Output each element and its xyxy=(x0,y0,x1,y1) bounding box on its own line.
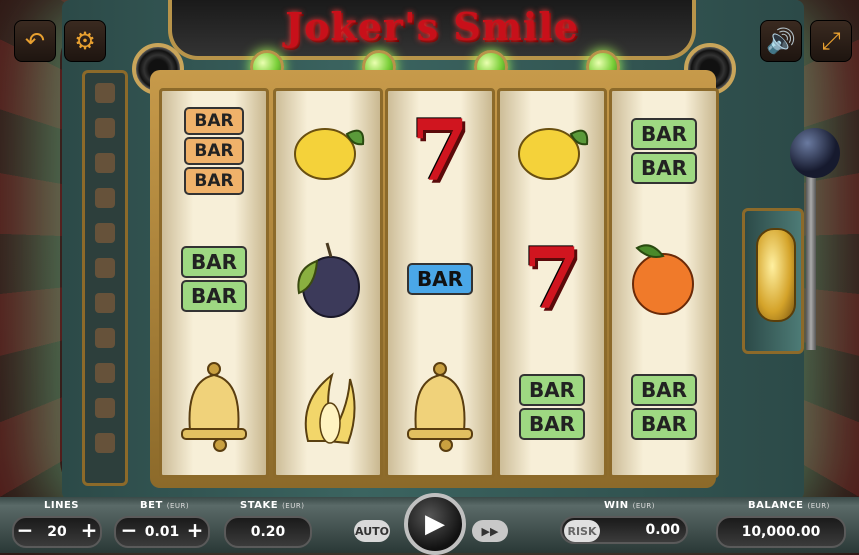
banana-symbol xyxy=(276,347,380,467)
coin-slot-icon xyxy=(756,228,796,322)
risk-button[interactable]: RISK xyxy=(564,520,600,542)
title-marquee: Joker's Smile xyxy=(168,0,696,60)
lines-label: LINES xyxy=(44,500,79,511)
bell-symbol xyxy=(388,347,492,467)
play-icon: ▶ xyxy=(425,509,445,539)
lines-minus-button[interactable]: − xyxy=(14,518,36,542)
game-title: Joker's Smile xyxy=(285,4,579,49)
balance-value: 10,000.00 xyxy=(716,516,846,548)
bar-triple-symbol: BAR BAR BAR xyxy=(162,91,266,211)
lines-plus-button[interactable]: + xyxy=(78,518,100,542)
bar-double-symbol: BAR BAR xyxy=(500,347,604,467)
spin-button[interactable]: ▶ xyxy=(404,493,466,555)
orange-symbol xyxy=(612,219,716,339)
bet-minus-button[interactable]: − xyxy=(118,518,140,542)
stake-label: STAKE (EUR) xyxy=(240,500,305,511)
bar-single-symbol: BAR xyxy=(388,219,492,339)
bar-double-symbol: BAR BAR xyxy=(162,219,266,339)
bet-label: BET (EUR) xyxy=(140,500,190,511)
reel-1: BAR BAR BAR BAR BAR xyxy=(159,88,269,478)
reel-5: BAR BAR BAR BAR xyxy=(609,88,719,478)
balance-label: BALANCE (EUR) xyxy=(748,500,830,511)
lemon-symbol xyxy=(500,91,604,211)
turbo-button[interactable]: ▶▶ xyxy=(472,520,508,542)
settings-button[interactable]: ⚙ xyxy=(64,20,106,62)
lever-arm[interactable] xyxy=(806,170,816,350)
plum-symbol xyxy=(276,219,380,339)
seven-symbol: 7 xyxy=(522,229,582,328)
auto-button[interactable]: AUTO xyxy=(354,520,390,542)
fast-forward-icon: ▶▶ xyxy=(481,524,499,538)
back-arrow-icon: ↶ xyxy=(24,27,46,55)
bar-double-symbol: BAR BAR xyxy=(612,91,716,211)
sound-button[interactable]: 🔊 xyxy=(760,20,802,62)
settings-gear-icon: ⚙ xyxy=(74,27,96,55)
stake-value: 0.20 xyxy=(224,516,312,548)
lemon-symbol xyxy=(276,91,380,211)
lever-knob[interactable] xyxy=(790,128,840,178)
fullscreen-icon: ⤢ xyxy=(821,27,841,55)
reel-4: 7 BAR BAR xyxy=(497,88,607,478)
back-button[interactable]: ↶ xyxy=(14,20,56,62)
bell-symbol xyxy=(162,347,266,467)
fullscreen-button[interactable]: ⤢ xyxy=(810,20,852,62)
paytable-strip xyxy=(82,70,128,486)
win-label: WIN (EUR) xyxy=(604,500,655,511)
bar-double-symbol: BAR BAR xyxy=(612,347,716,467)
reel-3: 7 BAR xyxy=(385,88,495,478)
reel-2 xyxy=(273,88,383,478)
speaker-icon: 🔊 xyxy=(766,27,796,55)
bet-plus-button[interactable]: + xyxy=(184,518,206,542)
seven-symbol: 7 xyxy=(410,101,470,200)
